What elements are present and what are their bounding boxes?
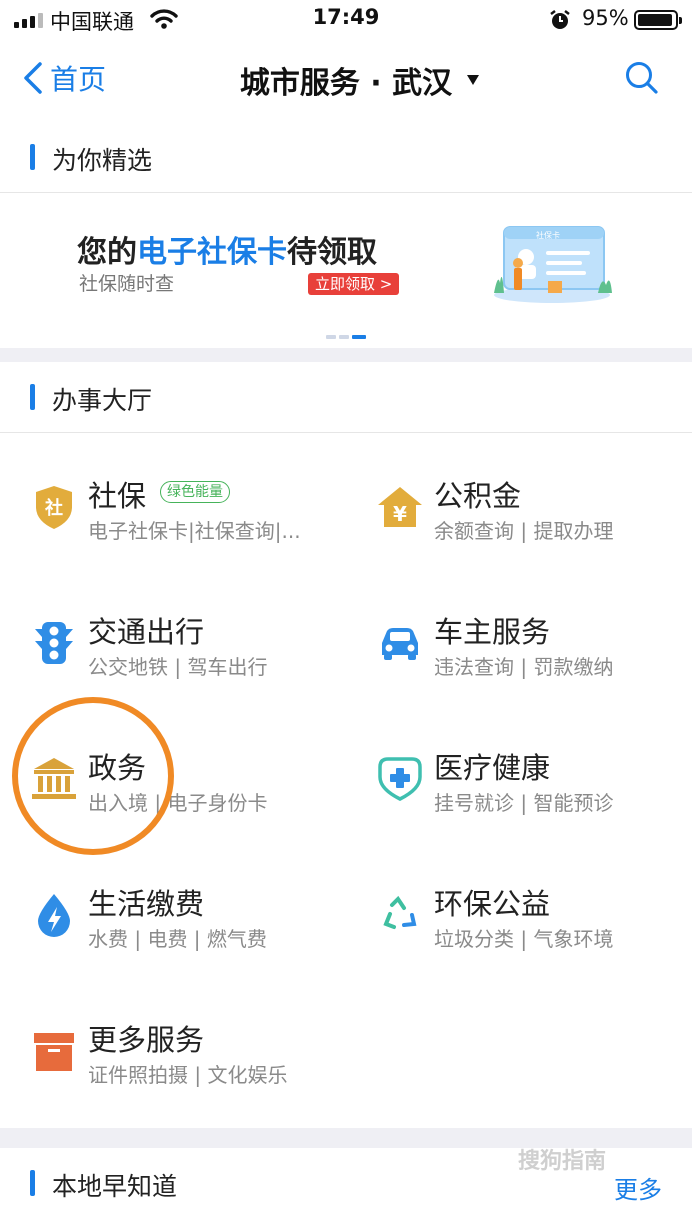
service-description: 公交地铁 | 驾车出行 <box>88 655 268 679</box>
service-name: 生活缴费 <box>88 887 205 921</box>
featured-section-header: 为你精选 <box>0 122 692 192</box>
battery-icon <box>634 10 682 30</box>
banner-title: 您的电子社保卡待领取 <box>77 227 377 271</box>
section-title: 本地早知道 <box>52 1172 178 1201</box>
service-utility-payment[interactable]: 生活缴费 水费 | 电费 | 燃气费 <box>30 879 370 989</box>
service-name: 交通出行 <box>88 615 205 649</box>
svg-text:社: 社 <box>45 497 63 519</box>
traffic-light-icon <box>35 622 73 664</box>
claim-now-button[interactable]: 立即领取 > <box>308 273 400 295</box>
service-name: 环保公益 <box>434 887 551 921</box>
car-icon <box>382 628 418 660</box>
service-description: 电子社保卡|社保查询|... <box>88 519 301 543</box>
service-description: 水费 | 电费 | 燃气费 <box>88 927 267 951</box>
government-building-icon <box>32 758 76 799</box>
service-government-affairs[interactable]: 政务 出入境 | 电子身份卡 <box>30 743 370 853</box>
service-medical-health[interactable]: 医疗健康 挂号就诊 | 智能预诊 <box>376 743 692 853</box>
search-icon[interactable] <box>624 60 660 96</box>
card-label: 社保卡 <box>536 230 560 240</box>
more-link[interactable]: 更多 <box>614 1170 662 1205</box>
shield-icon: 社 <box>36 486 72 529</box>
service-name: 公积金 <box>434 479 522 513</box>
section-accent-bar <box>30 384 35 410</box>
service-housing-fund[interactable]: ¥ 公积金 余额查询 | 提取办理 <box>376 471 692 581</box>
section-title: 为你精选 <box>52 146 153 175</box>
service-transportation[interactable]: 交通出行 公交地铁 | 驾车出行 <box>30 607 370 717</box>
service-description: 证件照拍摄 | 文化娱乐 <box>88 1063 288 1087</box>
service-description: 出入境 | 电子身份卡 <box>88 791 268 815</box>
service-description: 余额查询 | 提取办理 <box>434 519 614 543</box>
service-description: 挂号就诊 | 智能预诊 <box>434 791 614 815</box>
page-title[interactable]: 城市服务 · 武汉 <box>0 58 692 102</box>
battery-percentage: 95% <box>582 6 629 30</box>
banner-title-prefix: 您的 <box>77 235 137 270</box>
section-accent-bar <box>30 1170 35 1196</box>
navigation-bar: 首页 城市服务 · 武汉 <box>0 40 692 122</box>
recycle-icon <box>383 895 417 929</box>
service-car-owner[interactable]: 车主服务 违法查询 | 罚款缴纳 <box>376 607 692 717</box>
banner-subtitle: 社保随时查 <box>79 273 175 295</box>
service-more[interactable]: 更多服务 证件照拍摄 | 文化娱乐 <box>30 1015 370 1125</box>
service-environmental[interactable]: 环保公益 垃圾分类 | 气象环境 <box>376 879 692 989</box>
house-yen-icon: ¥ <box>378 487 422 527</box>
service-social-security[interactable]: 社 社保 绿色能量 电子社保卡|社保查询|... <box>30 471 370 581</box>
green-energy-badge: 绿色能量 <box>160 481 230 503</box>
box-icon <box>34 1033 74 1071</box>
banner-title-highlight: 电子社保卡 <box>137 235 287 270</box>
service-hall-section-header: 办事大厅 <box>0 362 692 432</box>
watermark: 搜狗指南 <box>518 1149 607 1174</box>
status-bar: 中国联通 17:49 95% <box>0 0 692 40</box>
water-drop-icon <box>38 894 70 937</box>
service-name: 政务 <box>88 751 147 785</box>
social-card-illustration: 社保卡 <box>494 226 612 303</box>
service-grid: 社 社保 绿色能量 电子社保卡|社保查询|... ¥ 公积金 余额查询 | 提取… <box>0 433 692 1128</box>
alarm-icon <box>550 10 570 29</box>
service-name: 更多服务 <box>88 1023 205 1057</box>
service-name: 医疗健康 <box>434 751 551 785</box>
caret-down-icon[interactable] <box>466 74 480 86</box>
banner-title-suffix: 待领取 <box>287 235 377 270</box>
social-security-card-banner[interactable]: 您的电子社保卡待领取 社保随时查 立即领取 > 社保卡 <box>0 193 692 348</box>
stethoscope-icon <box>378 757 422 801</box>
service-name: 社保 <box>88 479 147 513</box>
svg-text:¥: ¥ <box>393 502 407 526</box>
service-description: 垃圾分类 | 气象环境 <box>434 927 614 951</box>
service-description: 违法查询 | 罚款缴纳 <box>434 655 614 679</box>
carousel-indicator <box>326 335 366 339</box>
section-title: 办事大厅 <box>52 386 153 415</box>
section-accent-bar <box>30 144 35 170</box>
service-name: 车主服务 <box>434 615 551 649</box>
